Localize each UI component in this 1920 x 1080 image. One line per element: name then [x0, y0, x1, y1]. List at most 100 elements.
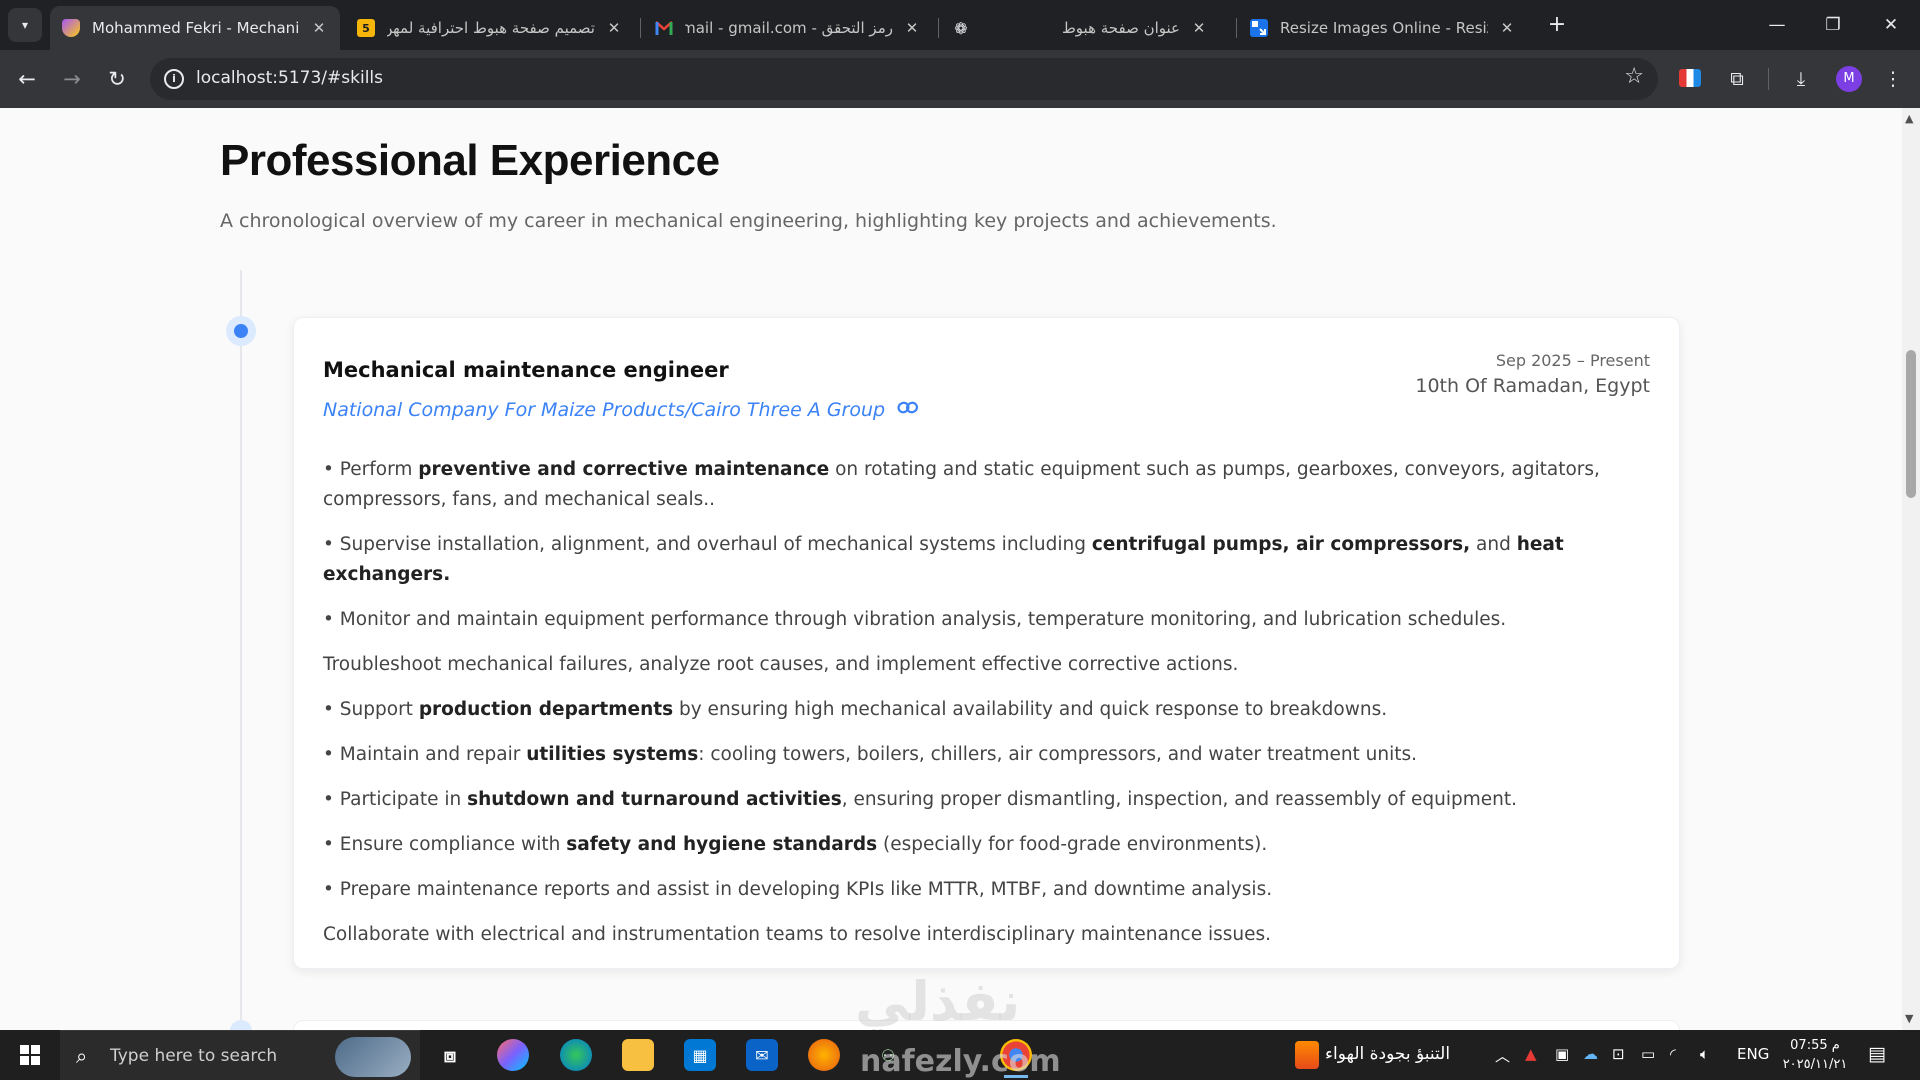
taskbar-search-placeholder[interactable]: Type here to search — [110, 1046, 277, 1066]
volume-icon[interactable]: 🔈︎ — [1700, 1045, 1709, 1063]
reload-icon[interactable]: ↻ — [102, 64, 132, 94]
mail-icon[interactable]: ✉ — [746, 1039, 778, 1071]
company-link[interactable]: National Company For Maize Products/Cair… — [323, 399, 919, 422]
site-info-icon[interactable]: i — [164, 69, 184, 89]
tab-title: تصميم صفحة هبوط احترافية لمهن — [387, 19, 595, 37]
firefox-icon[interactable] — [808, 1039, 840, 1071]
forward-arrow-icon[interactable]: → — [57, 64, 87, 94]
windows-taskbar: ⌕ Type here to search ⧈ ▦ ✉ ⚇ nafezly.co… — [0, 1030, 1920, 1080]
close-tab-icon[interactable]: ✕ — [605, 19, 623, 37]
weather-text[interactable]: التنبؤ بجودة الهواء — [1325, 1044, 1450, 1064]
file-explorer-icon[interactable] — [622, 1039, 654, 1071]
tab-mohammed-fekri[interactable]: Mohammed Fekri - Mechanical ✕ — [50, 6, 340, 50]
notification-center-icon[interactable]: ▤ — [1868, 1043, 1886, 1065]
close-tab-icon[interactable]: ✕ — [310, 19, 328, 37]
extension-flag-icon[interactable] — [1679, 69, 1701, 87]
company-name[interactable]: National Company For Maize Products/Cair… — [323, 399, 885, 421]
battery-icon[interactable]: ▭ — [1641, 1045, 1655, 1063]
openai-icon: ❁ — [954, 18, 968, 38]
list-item: • Ensure compliance with safety and hygi… — [323, 834, 1268, 855]
job-date-range: Sep 2025 – Present — [1495, 351, 1650, 370]
edge-browser-icon[interactable] — [560, 1039, 592, 1071]
start-button[interactable] — [0, 1030, 60, 1080]
close-tab-icon[interactable]: ✕ — [1190, 19, 1208, 37]
weather-icon[interactable] — [1295, 1041, 1319, 1069]
scrollbar-thumb[interactable] — [1906, 350, 1916, 498]
tab-chatgpt[interactable]: ❁ عنوان صفحة هبوط ✕ — [940, 6, 1220, 50]
page-scrollbar[interactable] — [1902, 108, 1920, 1030]
watermark-logo: نفذلي — [855, 970, 1021, 1030]
url-text[interactable]: localhost:5173/#skills — [196, 68, 383, 88]
tab-favicon-icon: 5 — [357, 19, 375, 37]
tab-search-button[interactable]: ▾ — [8, 8, 42, 42]
list-item: • Prepare maintenance reports and assist… — [323, 879, 1273, 900]
extensions-puzzle-icon[interactable]: ⧉ — [1724, 66, 1750, 92]
tab-separator — [640, 18, 641, 38]
tray-monitor-icon[interactable]: ▣ — [1555, 1045, 1569, 1063]
tray-app-icon[interactable]: ▲ — [1525, 1045, 1537, 1063]
page-subtitle: A chronological overview of my career in… — [220, 210, 1277, 232]
copilot-icon[interactable] — [497, 1039, 529, 1071]
scroll-down-arrow-icon[interactable]: ▼ — [1905, 1012, 1913, 1025]
microsoft-store-icon[interactable]: ▦ — [684, 1039, 716, 1071]
windows-logo-icon — [20, 1045, 40, 1065]
responsibilities-list: • Perform preventive and corrective main… — [323, 455, 1653, 965]
list-item: • Support production departments by ensu… — [323, 699, 1388, 720]
language-indicator[interactable]: ENG — [1737, 1045, 1769, 1063]
scroll-up-arrow-icon[interactable]: ▲ — [1905, 112, 1913, 125]
minimize-icon[interactable]: — — [1762, 10, 1792, 40]
tab-separator — [1236, 18, 1237, 38]
resize-favicon-icon — [1250, 19, 1268, 37]
tab-gmail[interactable]: رمز التحقق - Gmail - gmail.com ✕ — [643, 6, 933, 50]
tab-title: رمز التحقق - Gmail - gmail.com — [685, 19, 893, 37]
onedrive-cloud-icon[interactable]: ☁ — [1583, 1045, 1598, 1063]
tab-title: Mohammed Fekri - Mechanical — [92, 19, 300, 37]
close-window-icon[interactable]: ✕ — [1876, 10, 1906, 40]
list-item: Collaborate with electrical and instrume… — [323, 924, 1272, 945]
list-item: • Monitor and maintain equipment perform… — [323, 609, 1507, 630]
new-tab-plus-icon[interactable]: + — [1544, 12, 1570, 38]
nafezly-watermark-text: nafezly.com — [860, 1044, 1061, 1079]
gmail-icon — [655, 19, 673, 37]
experience-card: Mechanical maintenance engineer National… — [293, 317, 1680, 969]
search-highlight-art — [335, 1037, 411, 1077]
tray-chevron-up-icon[interactable]: ︿ — [1495, 1045, 1510, 1066]
timeline-dot — [226, 316, 256, 346]
timeline-line — [240, 270, 242, 1030]
vite-favicon-icon — [62, 19, 80, 37]
back-arrow-icon[interactable]: ← — [12, 64, 42, 94]
tab-landing-design[interactable]: 5 تصميم صفحة هبوط احترافية لمهن ✕ — [345, 6, 635, 50]
close-tab-icon[interactable]: ✕ — [903, 19, 921, 37]
task-view-icon[interactable]: ⧈ — [434, 1039, 466, 1071]
search-icon: ⌕ — [76, 1044, 88, 1068]
clock-date: ٢٠٢٥/١١/٢١ — [1782, 1057, 1848, 1072]
job-title: Mechanical maintenance engineer — [323, 358, 729, 382]
restore-icon[interactable]: ❐ — [1818, 10, 1848, 40]
link-icon[interactable] — [897, 399, 919, 422]
wifi-icon[interactable]: ◜ — [1670, 1045, 1676, 1063]
browser-tab-strip: ▾ Mohammed Fekri - Mechanical ✕ 5 تصميم … — [0, 0, 1920, 50]
chevron-down-icon: ▾ — [21, 18, 29, 32]
bookmark-star-icon[interactable]: ☆ — [1624, 64, 1644, 89]
tray-security-icon[interactable]: ⊡ — [1612, 1045, 1625, 1063]
profile-avatar[interactable]: M — [1836, 66, 1862, 92]
timeline-dot — [230, 1020, 252, 1030]
address-bar[interactable]: i localhost:5173/#skills ☆ — [150, 58, 1658, 100]
list-item: • Participate in shutdown and turnaround… — [323, 789, 1518, 810]
page-title: Professional Experience — [220, 136, 720, 185]
tab-title: عنوان صفحة هبوط — [1061, 19, 1180, 37]
tab-title: Resize Images Online - Resize JPG — [1280, 19, 1488, 37]
list-item: • Perform preventive and corrective main… — [323, 459, 1600, 510]
taskbar-search-box[interactable]: ⌕ Type here to search — [60, 1030, 420, 1080]
list-item: • Supervise installation, alignment, and… — [323, 534, 1564, 585]
job-location: 10th Of Ramadan, Egypt — [1415, 375, 1650, 397]
download-icon[interactable]: ⤓ — [1788, 66, 1814, 92]
close-tab-icon[interactable]: ✕ — [1498, 19, 1516, 37]
menu-kebab-icon[interactable]: ⋮ — [1880, 66, 1906, 92]
tab-separator — [938, 18, 939, 38]
list-item: • Maintain and repair utilities systems:… — [323, 744, 1418, 765]
clock-time: 07:55 م — [1790, 1038, 1840, 1053]
system-clock[interactable]: 07:55 م ٢٠٢٥/١١/٢١ — [1775, 1036, 1855, 1074]
tab-resize-images[interactable]: Resize Images Online - Resize JPG ✕ — [1238, 6, 1528, 50]
list-item: Troubleshoot mechanical failures, analyz… — [323, 654, 1239, 675]
